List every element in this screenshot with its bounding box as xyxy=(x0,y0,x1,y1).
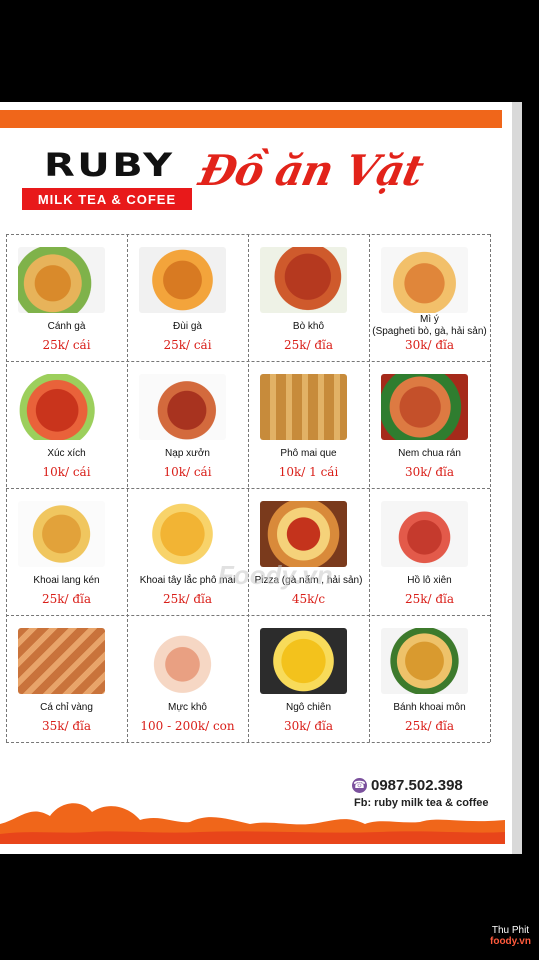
facebook-contact[interactable]: Fb: ruby milk tea & coffee xyxy=(354,797,488,809)
menu-title: Đồ ăn Vặt xyxy=(194,146,428,195)
menu-item-name: Bánh khoai môn xyxy=(393,702,466,713)
menu-item: Khoai lang kén 25k/ đĩa xyxy=(6,488,127,615)
menu-item-name: Phô mai que xyxy=(280,448,337,459)
menu-item-photo xyxy=(139,374,226,440)
menu-item: Nạp xưởn 10k/ cái xyxy=(127,361,248,488)
menu-item-photo xyxy=(381,628,468,694)
menu-item-price: 35k/ đĩa xyxy=(41,719,92,733)
menu-item-name: Nem chua rán xyxy=(398,448,461,459)
menu-item-price: 30k/ đĩa xyxy=(283,719,334,733)
menu-item: Xúc xích 10k/ cái xyxy=(6,361,127,488)
menu-item-price: 10k/ cái xyxy=(163,465,212,479)
menu-item: Đùi gà 25k/ cái xyxy=(127,234,248,361)
phone-number[interactable]: 0987.502.398 xyxy=(371,777,463,794)
menu-item-price: 25k/ đĩa xyxy=(283,338,334,352)
menu-item-price: 25k/ cái xyxy=(163,338,212,352)
menu-item-name: Ngô chiên xyxy=(285,702,332,713)
menu-sheet: RUBY MILK TEA & COFEE Đồ ăn Vặt Cánh gà 2… xyxy=(0,102,512,854)
top-orange-bar xyxy=(0,110,502,128)
corner-brand: foody.vn xyxy=(490,936,531,947)
brand-subtitle: MILK TEA & COFEE xyxy=(22,188,192,210)
menu-item-name: Bò khô xyxy=(292,321,325,332)
menu-item-name: Xúc xích xyxy=(47,448,86,459)
menu-item-photo xyxy=(381,374,468,440)
menu-item-photo xyxy=(139,501,226,567)
corner-username: Thu Phit xyxy=(491,925,530,936)
menu-item: Nem chua rán 30k/ đĩa xyxy=(369,361,490,488)
menu-item-name: Cá chỉ vàng xyxy=(40,702,93,713)
menu-item: Cá chỉ vàng 35k/ đĩa xyxy=(6,615,127,742)
menu-item-price: 10k/ cái xyxy=(42,465,91,479)
menu-item-price: 25k/ đĩa xyxy=(41,592,92,606)
menu-item-price: 25k/ đĩa xyxy=(404,719,455,733)
grid-divider-vertical xyxy=(369,234,370,742)
menu-item-name: Khoai lang kén xyxy=(33,575,100,586)
menu-item: Cánh gà 25k/ cái xyxy=(6,234,127,361)
menu-item-photo xyxy=(18,374,105,440)
grid-divider-horizontal xyxy=(6,742,490,743)
menu-item-price: 30k/ đĩa xyxy=(404,465,455,479)
grid-divider-vertical xyxy=(490,234,491,742)
menu-item-photo xyxy=(381,501,468,567)
menu-item-name: Mực khô xyxy=(168,702,207,713)
menu-item: Bánh khoai môn 25k/ đĩa xyxy=(369,615,490,742)
menu-item-price: 25k/ đĩa xyxy=(404,592,455,606)
menu-item: Hồ lô xiên 25k/ đĩa xyxy=(369,488,490,615)
corner-credit: Thu Phit foody.vn xyxy=(490,925,531,947)
menu-item-price: 30k/ đĩa xyxy=(404,338,455,352)
menu-item-photo xyxy=(260,247,347,313)
grid-divider-horizontal xyxy=(6,488,490,489)
watermark: Foody.vn xyxy=(218,560,333,590)
menu-item-price: 25k/ đĩa xyxy=(162,592,213,606)
menu-item-price: 25k/ cái xyxy=(42,338,91,352)
menu-item-photo xyxy=(18,628,105,694)
menu-item-photo xyxy=(260,374,347,440)
menu-item: Mực khô 100 - 200k/ con xyxy=(127,615,248,742)
viber-icon: ☎ xyxy=(352,778,367,793)
menu-item: Pizza (gà nấm , hải sản) 45k/c xyxy=(248,488,369,615)
brand-logo: RUBY xyxy=(44,146,175,184)
phone-row: ☎ 0987.502.398 xyxy=(352,777,463,794)
menu-grid: Cánh gà 25k/ cái Đùi gà 25k/ cái Bò khô 25k/ … xyxy=(6,234,491,743)
paper-edge xyxy=(512,102,522,854)
menu-item-photo xyxy=(18,501,105,567)
menu-item-photo xyxy=(18,247,105,313)
menu-item: Khoai tây lắc phô mai 25k/ đĩa xyxy=(127,488,248,615)
grid-divider-horizontal xyxy=(6,615,490,616)
menu-item: Mì ý (Spagheti bò, gà, hải sản) 30k/ đĩa xyxy=(369,234,490,361)
menu-item-name: Hồ lô xiên xyxy=(407,575,452,586)
menu-item: Ngô chiên 30k/ đĩa xyxy=(248,615,369,742)
menu-item-photo xyxy=(139,247,226,313)
menu-item: Phô mai que 10k/ 1 cái xyxy=(248,361,369,488)
menu-item-name: Mì ý (Spagheti bò, gà, hải sản) xyxy=(372,314,487,337)
menu-item-name: Đùi gà xyxy=(173,321,202,332)
menu-item-photo xyxy=(139,628,226,694)
menu-item-price: 10k/ 1 cái xyxy=(278,465,339,479)
menu-item: Bò khô 25k/ đĩa xyxy=(248,234,369,361)
menu-item-name: Cánh gà xyxy=(47,321,86,332)
menu-item-price: 100 - 200k/ con xyxy=(140,719,235,733)
menu-item-photo xyxy=(381,247,468,313)
menu-item-photo xyxy=(260,628,347,694)
menu-item-photo xyxy=(260,501,347,567)
menu-item-price: 45k/c xyxy=(291,592,326,606)
menu-item-name: Nạp xưởn xyxy=(165,448,210,459)
